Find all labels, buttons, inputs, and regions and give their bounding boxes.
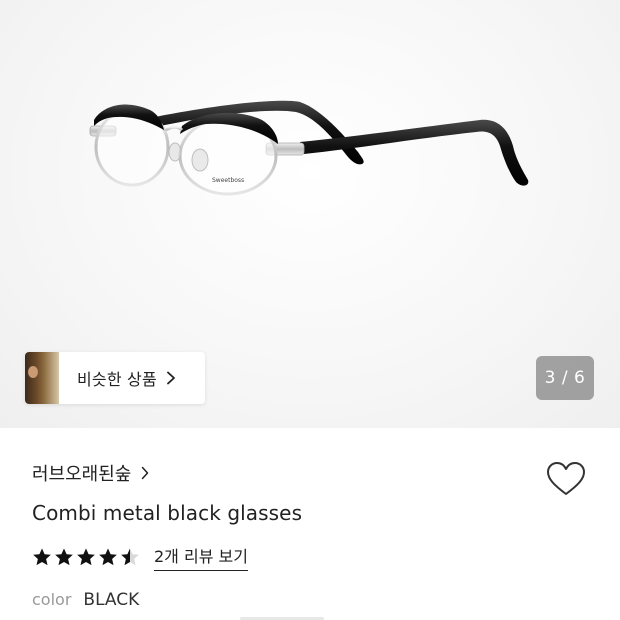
star-icon (99, 548, 117, 566)
star-icon (77, 548, 95, 566)
chevron-right-icon (142, 466, 149, 480)
svg-text:Sweetboss: Sweetboss (212, 177, 244, 184)
similar-products-button[interactable]: 비슷한 상품 (25, 352, 205, 404)
product-title: Combi metal black glasses (32, 501, 303, 525)
product-detail-page: Sweetboss 비슷한 상품 3 / 6 러브오래된숲 Combi meta… (0, 0, 620, 620)
option-value: BLACK (83, 590, 140, 610)
similar-products-label: 비슷한 상품 (77, 370, 157, 389)
option-row: color BLACK (32, 590, 139, 610)
product-image-gallery[interactable]: Sweetboss 비슷한 상품 3 / 6 (0, 0, 620, 428)
option-label: color (32, 590, 72, 609)
brand-name: 러브오래된숲 (32, 464, 132, 485)
similar-products-thumbnail (25, 352, 59, 404)
review-link[interactable]: 2개 리뷰 보기 (154, 543, 248, 571)
star-icon (55, 548, 73, 566)
rating-row: 2개 리뷰 보기 (32, 543, 248, 571)
image-page-counter: 3 / 6 (536, 356, 594, 400)
star-rating (32, 547, 142, 567)
star-icon (33, 548, 51, 566)
chevron-right-icon (166, 371, 175, 385)
brand-link[interactable]: 러브오래된숲 (32, 460, 149, 486)
star-icon (121, 548, 139, 566)
heart-outline-icon[interactable] (544, 458, 588, 502)
